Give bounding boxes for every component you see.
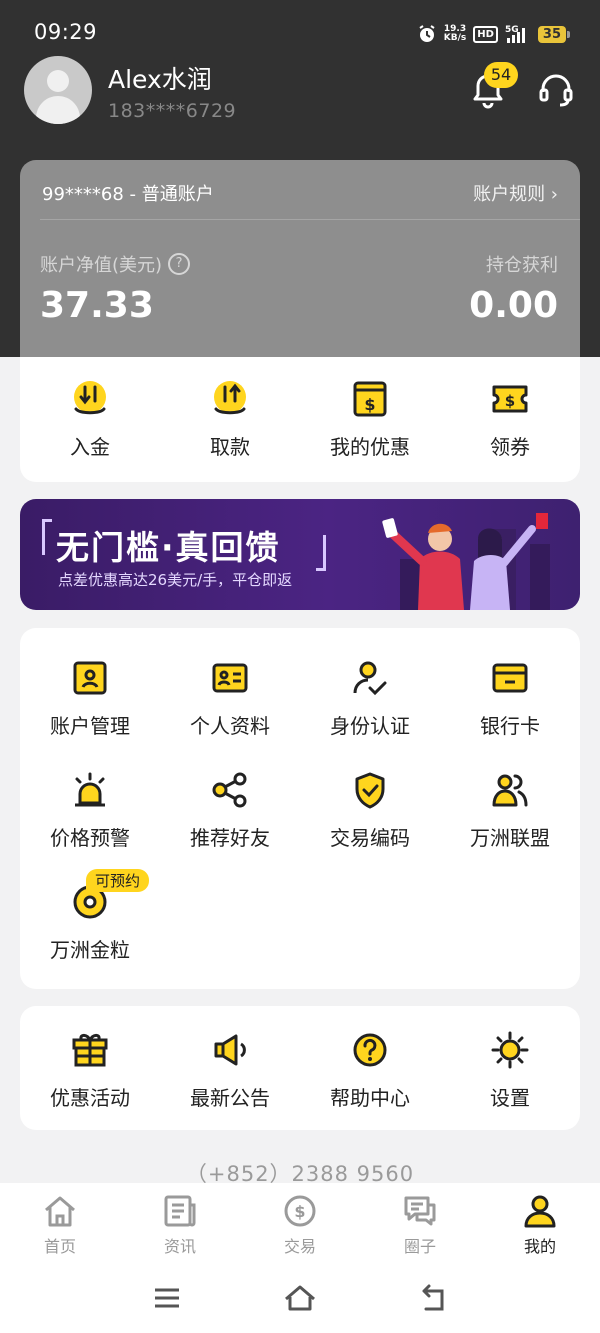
tab-trade[interactable]: $ 交易 (240, 1183, 360, 1263)
home-icon (45, 1196, 75, 1227)
more-card: 优惠活动 最新公告 帮助中心 设置 (20, 1006, 580, 1130)
account-id: 99****68 - 普通账户 (42, 184, 214, 205)
withdraw-button[interactable]: 取款 (160, 379, 300, 460)
help-icon (353, 1033, 387, 1067)
signal-icon: 5G (505, 25, 525, 43)
services-card: 账户管理 个人资料 身份认证 银行卡 价格预警 推荐好友 交易编码 万洲联盟 万… (20, 628, 580, 989)
reserve-badge: 可预约 (86, 869, 150, 892)
trade-code-button[interactable]: 交易编码 (300, 770, 440, 851)
my-offers-button[interactable]: $ 我的优惠 (300, 379, 440, 460)
announcements-button[interactable]: 最新公告 (160, 1030, 300, 1111)
deposit-button[interactable]: 入金 (20, 379, 160, 460)
gift-icon (72, 1033, 108, 1067)
identity-verify-button[interactable]: 身份认证 (300, 658, 440, 739)
net-speed: 19.3 KB/s (443, 24, 467, 43)
alliance-button[interactable]: 万洲联盟 (440, 770, 580, 851)
withdraw-icon (214, 381, 246, 415)
status-time: 09:29 (34, 20, 98, 44)
bank-card-button[interactable]: 银行卡 (440, 658, 580, 739)
refer-friend-button[interactable]: 推荐好友 (160, 770, 300, 851)
battery-icon: 35 (537, 25, 571, 43)
user-icon (524, 1195, 556, 1228)
chat-icon (404, 1196, 436, 1226)
back-icon[interactable] (416, 1281, 450, 1315)
news-icon (164, 1195, 196, 1227)
trade-dollar-icon: $ (284, 1195, 316, 1227)
alliance-icon (492, 774, 528, 807)
promo-banner[interactable]: 无门槛·真回馈 点差优惠高达26美元/手，平仓即返 (20, 499, 580, 610)
menu-icon[interactable] (150, 1281, 184, 1315)
svg-text:$: $ (505, 392, 515, 410)
promotions-button[interactable]: 优惠活动 (20, 1030, 160, 1111)
svg-text:$: $ (294, 1202, 305, 1221)
banner-illustration (382, 513, 550, 610)
megaphone-icon (214, 1034, 246, 1066)
svg-text:5G: 5G (505, 25, 519, 35)
notification-badge: 54 (484, 62, 518, 88)
account-card: 99****68 - 普通账户 账户规则 › 账户净值(美元) ? 37.33 … (20, 160, 580, 357)
account-rules-link[interactable]: 账户规则 › (473, 180, 558, 206)
tab-circle[interactable]: 圈子 (360, 1183, 480, 1263)
profile-card-icon (212, 663, 248, 693)
user-name: Alex水润 (108, 65, 212, 94)
settings-button[interactable]: 设置 (440, 1030, 580, 1111)
banner-subtitle: 点差优惠高达26美元/手，平仓即返 (58, 571, 293, 589)
bottom-tab-bar: 首页 资讯 $ 交易 圈子 我的 (0, 1183, 600, 1263)
quick-actions-card: 入金 取款 $ 我的优惠 $ 领券 (20, 357, 580, 482)
coupon-icon: $ (492, 385, 528, 413)
settings-sun-icon (491, 1031, 529, 1069)
alarm-clock-icon (419, 25, 435, 42)
tab-home[interactable]: 首页 (0, 1183, 120, 1263)
tab-news[interactable]: 资讯 (120, 1183, 240, 1263)
user-phone: 183****6729 (108, 100, 237, 122)
status-icons: 19.3 KB/s HD 5G 35 (417, 20, 571, 48)
net-value: 37.33 (40, 285, 154, 326)
deposit-icon (74, 381, 106, 415)
hd-badge: HD (473, 25, 498, 43)
identity-verify-icon (353, 661, 387, 696)
my-offers-icon: $ (353, 381, 387, 417)
share-icon (212, 772, 247, 808)
bank-card-icon (492, 663, 528, 693)
profit-label: 持仓获利 (486, 255, 558, 276)
alarm-icon (75, 772, 105, 807)
account-manage-icon (73, 661, 107, 695)
divider (40, 219, 580, 220)
price-alert-button[interactable]: 价格预警 (20, 770, 160, 851)
coupon-button[interactable]: $ 领券 (440, 379, 580, 460)
question-icon[interactable]: ? (168, 253, 191, 275)
system-nav-bar (0, 1263, 600, 1333)
avatar[interactable] (24, 56, 92, 124)
headset-icon[interactable] (538, 72, 574, 108)
shield-check-icon (355, 772, 385, 809)
help-center-button[interactable]: 帮助中心 (300, 1030, 440, 1111)
profile-button[interactable]: 个人资料 (160, 658, 300, 739)
home-nav-icon[interactable] (283, 1281, 317, 1315)
account-manage-button[interactable]: 账户管理 (20, 658, 160, 739)
svg-text:$: $ (364, 395, 375, 414)
net-value-label: 账户净值(美元) ? (40, 251, 191, 277)
tab-mine[interactable]: 我的 (480, 1183, 600, 1263)
profit-value: 0.00 (469, 285, 558, 326)
status-bar: 09:29 19.3 KB/s HD 5G 35 (0, 0, 600, 62)
gold-grain-button[interactable]: 万洲金粒 (20, 882, 160, 963)
banner-title: 无门槛·真回馈 (56, 528, 281, 567)
